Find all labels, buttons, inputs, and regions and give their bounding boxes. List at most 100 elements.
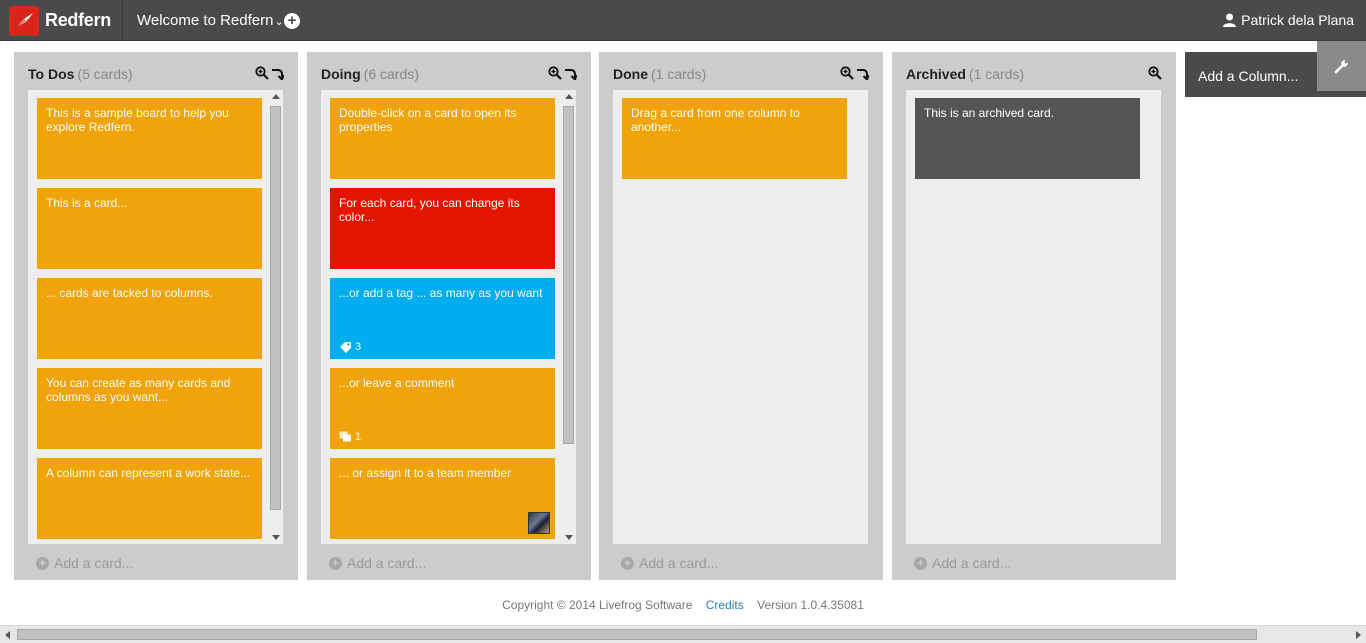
scroll-up-arrow-icon[interactable] [272,94,280,99]
plus-circle-icon: + [329,556,342,570]
scroll-right-arrow-icon[interactable] [1356,631,1361,639]
column-doing: Doing (6 cards) Double-click on a card to… [307,52,591,580]
add-board-button[interactable]: + [284,13,300,29]
column-scrollbar[interactable] [561,90,576,544]
redfern-feather-icon [9,5,39,36]
plus-circle-icon: + [914,556,927,570]
collapse-arrow-icon[interactable] [563,66,577,80]
plus-circle-icon: + [621,556,634,570]
add-card-button[interactable]: + Add a card... [621,555,718,571]
scrollbar-thumb[interactable] [270,106,281,510]
card-text: Drag a card from one column to another..… [631,106,800,134]
scrollbar-thumb[interactable] [563,106,574,444]
footer: Copyright © 2014 Livefrog Software Credi… [0,598,1366,612]
plus-circle-icon: + [36,556,49,570]
card-text: For each card, you can change its color.… [339,196,520,224]
column-scrollbar[interactable] [268,90,283,544]
column-card-list[interactable]: Double-click on a card to open its prope… [321,90,576,544]
tag-icon [340,342,351,353]
collapse-arrow-icon[interactable] [855,66,869,80]
column-card-count: (1 cards) [651,66,707,82]
board-selector-label: Welcome to Redfern [137,12,274,29]
board-selector-dropdown[interactable]: Welcome to Redfern⌄ [137,12,284,29]
card[interactable]: This is a sample board to help you explo… [37,98,262,179]
card-comment-count: 1 [339,430,361,444]
version-text: Version 1.0.4.35081 [757,598,864,612]
card[interactable]: Drag a card from one column to another..… [622,98,847,179]
card-text: You can create as many cards and columns… [46,376,231,404]
scroll-down-arrow-icon[interactable] [272,535,280,540]
card[interactable]: ...or add a tag ... as many as you want … [330,278,555,359]
plus-icon: + [287,12,297,29]
card[interactable]: ...or leave a comment 1 [330,368,555,449]
settings-button[interactable] [1317,41,1366,91]
column-to-dos: To Dos (5 cards) This is a sample board t… [14,52,298,580]
card-text: ...or add a tag ... as many as you want [339,286,543,300]
card-text: A column can represent a work state... [46,466,251,480]
add-card-button[interactable]: + Add a card... [329,555,426,571]
card[interactable]: For each card, you can change its color.… [330,188,555,269]
column-archived: Archived (1 cards) This is an archived ca… [892,52,1176,580]
scroll-up-arrow-icon[interactable] [565,94,573,99]
column-title: Archived [906,66,966,82]
card-text: Double-click on a card to open its prope… [339,106,517,134]
copyright-text: Copyright © 2014 Livefrog Software [502,598,693,612]
card-text: ... cards are tacked to columns. [46,286,213,300]
add-card-button[interactable]: + Add a card... [36,555,133,571]
scrollbar-thumb[interactable] [17,629,1257,640]
scroll-left-arrow-icon[interactable] [5,631,10,639]
add-card-label: Add a card... [54,555,134,571]
tag-count: 3 [355,341,362,353]
comment-icon [339,431,351,442]
zoom-icon[interactable] [1148,66,1162,80]
credits-link[interactable]: Credits [706,598,744,612]
column-header: Archived (1 cards) [906,66,1166,84]
column-title: Done [613,66,648,82]
column-card-list[interactable]: This is a sample board to help you explo… [28,90,283,544]
column-card-list[interactable]: Drag a card from one column to another..… [613,90,868,544]
column-title: Doing [321,66,361,82]
card[interactable]: This is a card... [37,188,262,269]
column-header: Doing (6 cards) [321,66,581,84]
card[interactable]: ... or assign it to a team member [330,458,555,539]
zoom-icon[interactable] [548,66,562,80]
card-text: This is a sample board to help you explo… [46,106,229,134]
add-card-button[interactable]: + Add a card... [914,555,1011,571]
column-title: To Dos [28,66,75,82]
page-horizontal-scrollbar[interactable] [0,625,1366,643]
card[interactable]: ... cards are tacked to columns. [37,278,262,359]
card-text: ... or assign it to a team member [339,466,512,480]
column-card-count: (6 cards) [363,66,419,82]
card-text: This is a card... [46,196,128,210]
chevron-down-icon: ⌄ [274,16,284,28]
card-tag-count: 3 [339,340,361,354]
column-header: To Dos (5 cards) [28,66,288,84]
card[interactable]: Double-click on a card to open its prope… [330,98,555,179]
column-header: Done (1 cards) [613,66,873,84]
collapse-arrow-icon[interactable] [270,66,284,80]
app-name: Redfern [45,10,111,30]
user-menu[interactable]: Patrick dela Plana [1223,12,1354,28]
card-text: This is an archived card. [924,106,1055,120]
add-column-button[interactable]: Add a Column... [1198,68,1298,84]
app-logo[interactable]: Redfern [0,0,123,41]
zoom-icon[interactable] [255,66,269,80]
wrench-icon [1334,60,1348,74]
column-done: Done (1 cards) Drag a card from one colum… [599,52,883,580]
add-card-label: Add a card... [639,555,719,571]
top-bar: Redfern Welcome to Redfern⌄ + Patrick de… [0,0,1366,41]
card[interactable]: A column can represent a work state... [37,458,262,539]
comment-count: 1 [355,431,362,443]
zoom-icon[interactable] [840,66,854,80]
add-card-label: Add a card... [932,555,1012,571]
card[interactable]: You can create as many cards and columns… [37,368,262,449]
add-card-label: Add a card... [347,555,427,571]
card-text: ...or leave a comment [339,376,455,390]
column-card-count: (5 cards) [77,66,133,82]
card[interactable]: This is an archived card. [915,98,1140,179]
column-card-list[interactable]: This is an archived card. [906,90,1161,544]
scroll-down-arrow-icon[interactable] [565,535,573,540]
assignee-avatar[interactable] [528,512,550,534]
user-name: Patrick dela Plana [1241,12,1354,28]
user-icon [1223,13,1237,27]
